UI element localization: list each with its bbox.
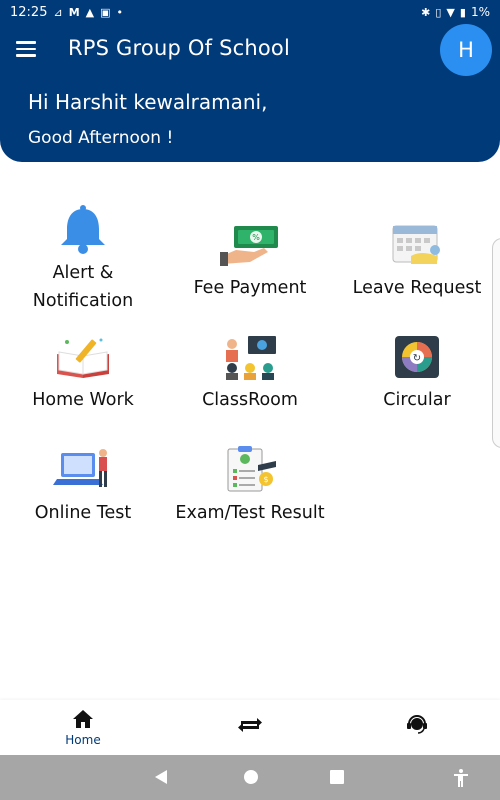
tile-label: Leave Request — [352, 278, 482, 298]
nav-home-label: Home — [65, 733, 101, 747]
subgreeting-text: Good Afternoon ! — [28, 128, 174, 148]
system-nav-bar — [0, 755, 500, 800]
exam-result-icon: $ — [220, 445, 280, 495]
bottom-nav: Home — [0, 700, 500, 755]
tile-label: Circular — [383, 390, 451, 410]
home-icon — [43, 708, 123, 733]
homework-book-icon — [53, 332, 113, 382]
warning-icon: ▲ — [85, 5, 95, 19]
classroom-icon — [220, 332, 280, 382]
more-dot-icon: • — [116, 5, 124, 19]
tile-label: Online Test — [34, 503, 132, 523]
tile-label: Notification — [32, 291, 134, 311]
svg-text:$: $ — [263, 475, 268, 484]
tile-home-work[interactable]: Home Work — [0, 332, 166, 414]
tile-alert-notification[interactable]: Alert & Notification — [0, 205, 166, 315]
support-headset-icon — [377, 714, 457, 739]
tile-leave-request[interactable]: Leave Request — [334, 220, 500, 302]
tile-label: Fee Payment — [193, 278, 307, 298]
svg-text:↻: ↻ — [413, 353, 421, 364]
menu-icon[interactable] — [16, 41, 36, 57]
battery-percent: 1% — [470, 5, 490, 19]
wifi-icon: ▼ — [446, 5, 455, 19]
svg-text:%: % — [252, 233, 260, 242]
nav-home[interactable]: Home — [43, 708, 123, 747]
side-drawer-handle[interactable] — [492, 238, 500, 448]
tile-circular[interactable]: ↻ Circular — [334, 332, 500, 414]
tile-online-test[interactable]: Online Test — [0, 445, 166, 527]
recents-icon[interactable] — [329, 768, 345, 790]
gmail-icon: M — [68, 5, 80, 19]
calendar-icon — [387, 220, 447, 270]
bluetooth-icon: ✱ — [421, 5, 431, 19]
tile-exam-test-result[interactable]: $ Exam/Test Result — [167, 445, 333, 527]
tile-label: Exam/Test Result — [175, 503, 325, 523]
status-bar: 12:25 ⊿ M ▲ ▣ • ✱ ▯ ▼ ▮ 1% — [0, 0, 500, 24]
status-time: 12:25 — [10, 4, 48, 20]
nav-support[interactable] — [377, 714, 457, 739]
home-circle-icon[interactable] — [242, 768, 260, 790]
fee-payment-icon: % — [220, 220, 280, 270]
tile-fee-payment[interactable]: % Fee Payment — [167, 220, 333, 302]
avatar[interactable]: H — [440, 24, 492, 76]
vibrate-icon: ▯ — [435, 5, 442, 19]
accessibility-icon[interactable] — [452, 768, 470, 792]
drive-icon: ⊿ — [53, 5, 63, 19]
circular-icon: ↻ — [387, 332, 447, 382]
online-test-icon — [53, 445, 113, 495]
battery-icon: ▮ — [459, 5, 466, 19]
greeting-text: Hi Harshit kewalramani, — [28, 90, 268, 114]
tile-label: ClassRoom — [202, 390, 298, 410]
swap-arrows-icon — [210, 714, 290, 739]
image-icon: ▣ — [100, 5, 111, 19]
tile-classroom[interactable]: ClassRoom — [167, 332, 333, 414]
bell-icon — [53, 205, 113, 255]
nav-switch[interactable] — [210, 714, 290, 739]
tile-label: Home Work — [32, 390, 134, 410]
app-title: RPS Group Of School — [68, 36, 290, 60]
tile-label: Alert & — [52, 263, 114, 283]
back-icon[interactable] — [153, 768, 169, 790]
header: RPS Group Of School H Hi Harshit kewalra… — [0, 24, 500, 162]
